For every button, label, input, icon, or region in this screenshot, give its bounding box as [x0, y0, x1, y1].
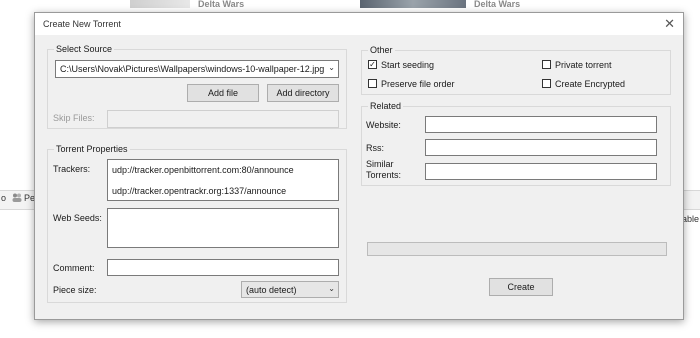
start-seeding-checkbox[interactable]: ✓ [368, 60, 377, 69]
tracker-line: udp://tracker.opentrackr.org:1337/announ… [112, 186, 287, 196]
piece-size-label: Piece size: [53, 285, 97, 295]
select-source-legend: Select Source [54, 44, 115, 54]
rss-label: Rss: [366, 143, 384, 153]
add-file-button[interactable]: Add file [187, 84, 259, 102]
start-seeding-label: Start seeding [381, 60, 435, 70]
chevron-down-icon: ⌄ [328, 63, 335, 72]
add-directory-button[interactable]: Add directory [267, 84, 339, 102]
background-thumbnail-title: Delta Wars [474, 0, 521, 9]
background-text: o [1, 193, 7, 203]
rss-input[interactable] [425, 139, 657, 156]
other-legend: Other [368, 45, 395, 55]
background-thumbnail [360, 0, 466, 8]
web-seeds-textarea[interactable] [107, 208, 339, 248]
close-icon[interactable]: ✕ [664, 16, 675, 32]
skip-files-label: Skip Files: [53, 113, 95, 123]
background-thumbnail [130, 0, 190, 8]
piece-size-select[interactable]: (auto detect) ⌄ [241, 281, 339, 298]
source-path-select[interactable]: C:\Users\Novak\Pictures\Wallpapers\windo… [55, 60, 339, 78]
create-button[interactable]: Create [489, 278, 553, 296]
create-encrypted-label: Create Encrypted [555, 79, 626, 89]
check-icon: ✓ [369, 60, 376, 69]
skip-files-input [107, 110, 339, 128]
trackers-label: Trackers: [53, 164, 91, 174]
similar-torrents-input[interactable] [425, 163, 657, 180]
creation-progress-bar [367, 242, 667, 256]
chevron-down-icon: ⌄ [328, 284, 335, 293]
website-label: Website: [366, 120, 401, 130]
private-torrent-checkbox[interactable] [542, 60, 551, 69]
comment-input[interactable] [107, 259, 339, 276]
private-torrent-label: Private torrent [555, 60, 612, 70]
background-thumbnail-title: Delta Wars [198, 0, 245, 9]
background-people-icon [12, 193, 22, 204]
trackers-textarea[interactable]: udp://tracker.openbittorrent.com:80/anno… [107, 159, 339, 201]
comment-label: Comment: [53, 263, 95, 273]
torrent-properties-legend: Torrent Properties [54, 144, 130, 154]
preserve-file-order-checkbox[interactable] [368, 79, 377, 88]
dialog-titlebar[interactable]: Create New Torrent ✕ [35, 13, 683, 35]
tracker-line: udp://tracker.openbittorrent.com:80/anno… [112, 165, 294, 175]
related-legend: Related [368, 101, 404, 111]
create-torrent-dialog: Create New Torrent ✕ Select Source C:\Us… [34, 12, 684, 320]
similar-torrents-label-line2: Torrents: [366, 170, 402, 180]
web-seeds-label: Web Seeds: [53, 213, 102, 223]
website-input[interactable] [425, 116, 657, 133]
similar-torrents-label-line1: Similar [366, 159, 394, 169]
dialog-title: Create New Torrent [43, 19, 121, 29]
create-encrypted-checkbox[interactable] [542, 79, 551, 88]
piece-size-value: (auto detect) [246, 285, 297, 295]
background-text: able [682, 214, 700, 224]
source-path-value: C:\Users\Novak\Pictures\Wallpapers\windo… [60, 64, 325, 74]
preserve-file-order-label: Preserve file order [381, 79, 455, 89]
